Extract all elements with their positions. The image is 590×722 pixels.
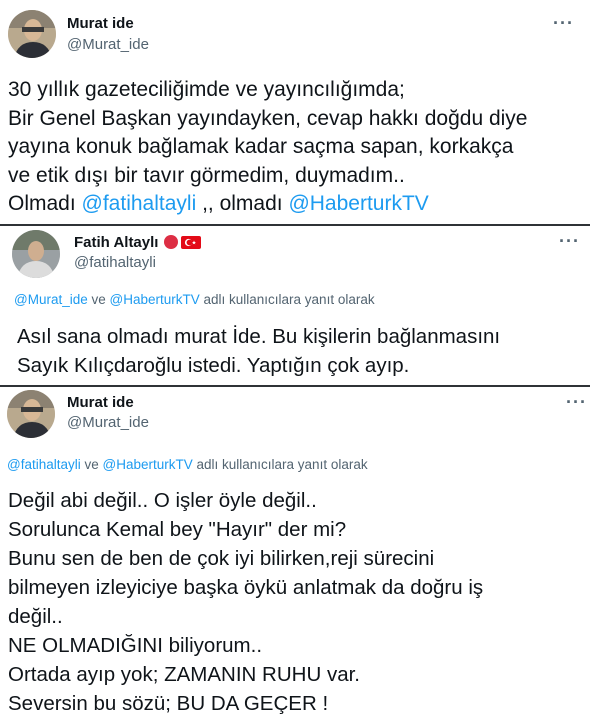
reply-ve: ve	[80, 457, 103, 472]
more-horizontal-icon[interactable]: ···	[566, 393, 587, 411]
tweet-line: Sayık Kılıçdaroğlu istedi. Yaptığın çok …	[17, 353, 410, 377]
tweet-3[interactable]: Murat ide @Murat_ide ··· @fatihaltayli v…	[0, 387, 590, 722]
author-name[interactable]: Fatih Altaylı	[74, 234, 158, 251]
emoji-icons	[164, 235, 201, 249]
avatar[interactable]	[8, 10, 56, 58]
tweet-line: Seversin bu sözü; BU DA GEÇER !	[8, 692, 329, 715]
avatar[interactable]	[12, 230, 60, 278]
tweet-line: bilmeyen izleyiciye başka öykü anlatmak …	[8, 576, 484, 599]
tweet-line: 30 yıllık gazeteciliğimde ve yayıncılığı…	[8, 78, 405, 101]
mention-link[interactable]: @fatihaltayli	[82, 192, 197, 215]
tweet-1[interactable]: Murat ide @Murat_ide ··· 30 yıllık gazet…	[0, 0, 590, 224]
tweet-line: Sorulunca Kemal bey "Hayır" der mi?	[8, 518, 347, 541]
mention-link[interactable]: @HaberturkTV	[288, 192, 428, 215]
reply-ve: ve	[87, 292, 110, 307]
mention-link[interactable]: @HaberturkTV	[103, 457, 193, 472]
avatar-image	[8, 10, 56, 58]
author-name[interactable]: Murat ide	[67, 394, 134, 411]
tweet-text: Değil abi değil.. O işler öyle değil.. S…	[8, 486, 483, 718]
more-horizontal-icon[interactable]: ···	[553, 14, 574, 32]
tweet-line: Bir Genel Başkan yayındayken, cevap hakk…	[8, 106, 528, 130]
tweet-line: Olmadı @fatihaltayli ,, olmadı @Habertur…	[8, 190, 527, 219]
avatar[interactable]	[7, 390, 55, 438]
mention-link[interactable]: @HaberturkTV	[110, 292, 200, 307]
author-name[interactable]: Murat ide	[67, 15, 134, 32]
tweet-line: yayına konuk bağlamak kadar saçma sapan,…	[8, 135, 514, 158]
tweet-line: Bunu sen de ben de çok iyi bilirken,reji…	[8, 547, 435, 570]
mention-link[interactable]: @fatihaltayli	[7, 457, 81, 472]
emoji-flags	[163, 234, 203, 255]
reply-suffix: adlı kullanıcılara yanıt olarak	[192, 457, 368, 472]
reply-context: @Murat_ide ve @HaberturkTV adlı kullanıc…	[14, 292, 375, 307]
author-handle[interactable]: @Murat_ide	[67, 414, 149, 431]
author-handle[interactable]: @Murat_ide	[67, 36, 149, 53]
more-horizontal-icon[interactable]: ···	[559, 232, 580, 250]
tweet-line: değil..	[8, 605, 63, 628]
reply-context: @fatihaltayli ve @HaberturkTV adlı kulla…	[7, 457, 368, 472]
text-segment: Olmadı	[8, 192, 82, 215]
text-segment: ,, olmadı	[196, 192, 289, 215]
tweet-2[interactable]: Fatih Altaylı @fatihaltayli ··· @Murat_i…	[0, 226, 590, 384]
author-handle[interactable]: @fatihaltayli	[74, 254, 156, 271]
tweet-text: 30 yıllık gazeteciliğimde ve yayıncılığı…	[8, 76, 527, 219]
tweet-line: ve etik dışı bir tavır görmedim, duymadı…	[8, 163, 405, 187]
tweet-line: NE OLMADIĞINI biliyorum..	[8, 634, 263, 657]
reply-suffix: adlı kullanıcılara yanıt olarak	[199, 292, 375, 307]
tweet-text: Asıl sana olmadı murat İde. Bu kişilerin…	[17, 323, 500, 380]
avatar-image	[7, 390, 55, 438]
avatar-image	[12, 230, 60, 278]
red-circle-icon	[164, 235, 178, 249]
tweet-line: Asıl sana olmadı murat İde. Bu kişilerin…	[17, 325, 501, 348]
tweet-line: Değil abi değil.. O işler öyle değil..	[8, 489, 317, 512]
mention-link[interactable]: @Murat_ide	[14, 292, 88, 307]
tweet-line: Ortada ayıp yok; ZAMANIN RUHU var.	[8, 663, 361, 686]
